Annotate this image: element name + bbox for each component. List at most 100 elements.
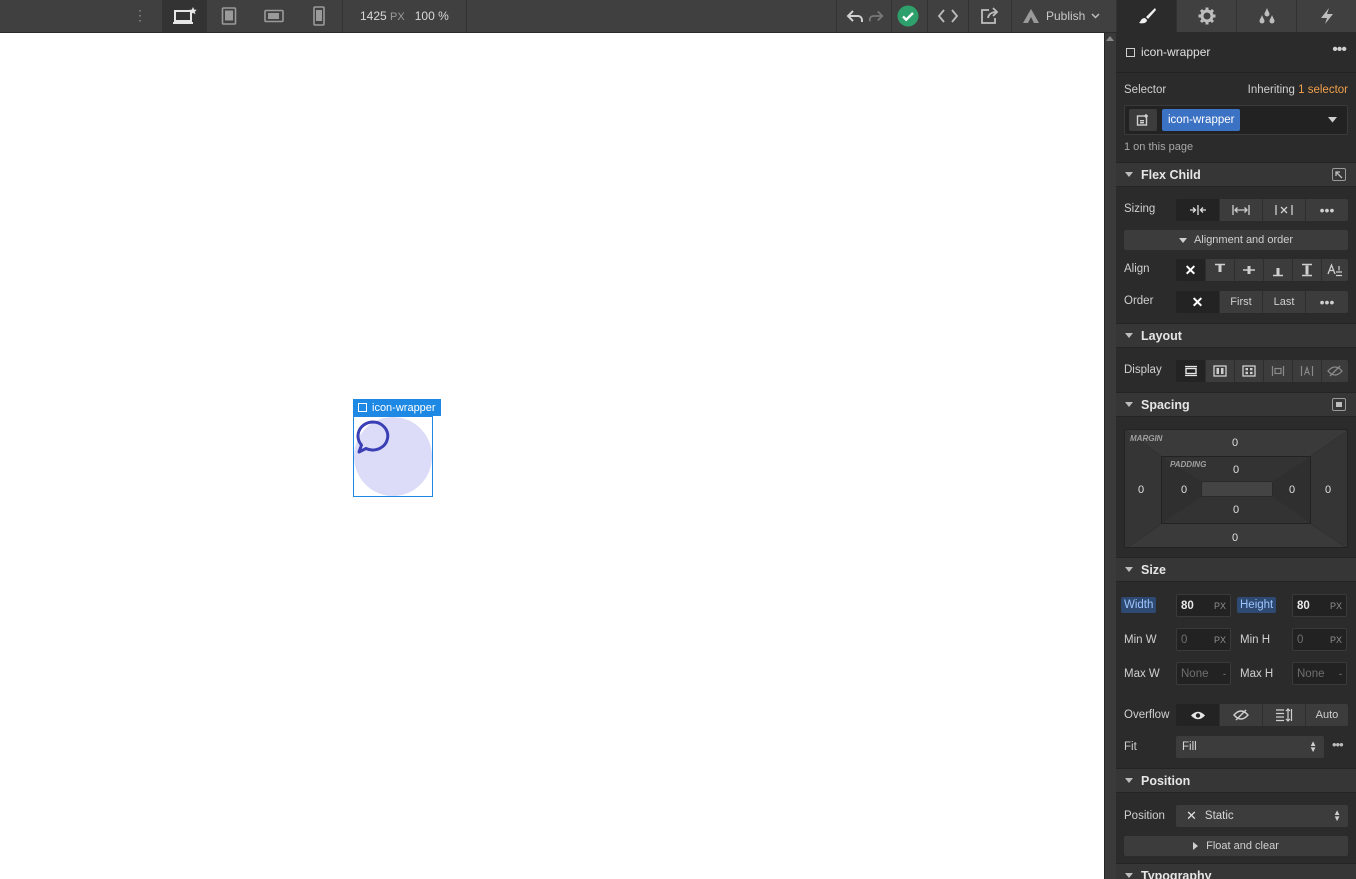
align-start-button[interactable] [1205, 259, 1234, 281]
spacing-expand-icon[interactable] [1332, 398, 1346, 411]
section-layout[interactable]: Layout [1116, 323, 1356, 348]
section-position[interactable]: Position [1116, 768, 1356, 793]
display-inline-button[interactable] [1292, 360, 1321, 382]
canvas-size-readout[interactable]: 1425 PX 100 % [360, 9, 449, 23]
position-select[interactable]: ✕ Static ▲ ▼ [1176, 805, 1348, 827]
sizing-none-button[interactable] [1262, 199, 1305, 221]
min-width-unit[interactable]: PX [1214, 635, 1226, 645]
icon-wrapper-element[interactable] [353, 416, 433, 497]
section-size[interactable]: Size [1116, 557, 1356, 582]
sizing-label: Sizing [1124, 203, 1156, 215]
height-label[interactable]: Height [1237, 597, 1277, 613]
inheriting-prefix: Inheriting [1247, 84, 1295, 96]
float-clear-button[interactable]: Float and clear [1124, 836, 1348, 856]
width-label[interactable]: Width [1121, 597, 1157, 613]
min-height-unit[interactable]: PX [1330, 635, 1342, 645]
padding-top-value[interactable]: 0 [1233, 464, 1239, 476]
align-stretch-button[interactable] [1292, 259, 1321, 281]
overflow-hidden-button[interactable] [1219, 704, 1262, 726]
publish-button[interactable]: Publish [1014, 0, 1114, 32]
align-stretch-icon [1302, 263, 1312, 277]
max-width-input[interactable]: None - [1176, 662, 1231, 685]
padding-right-value[interactable]: 0 [1289, 484, 1295, 496]
tab-style-manager[interactable] [1236, 0, 1296, 32]
margin-left-value[interactable]: 0 [1138, 484, 1144, 496]
device-mobile-portrait-button[interactable] [297, 0, 341, 32]
section-spacing[interactable]: Spacing [1116, 392, 1356, 417]
max-width-label: Max W [1124, 668, 1160, 680]
order-first-button[interactable]: First [1219, 291, 1262, 313]
design-canvas[interactable] [0, 33, 1104, 879]
fit-select[interactable]: Fill ▲ ▼ [1176, 736, 1324, 758]
overflow-visible-button[interactable] [1176, 704, 1219, 726]
device-tablet-button[interactable] [207, 0, 251, 32]
fit-more-icon[interactable]: ••• [1332, 737, 1344, 752]
selector-count: 1 on this page [1124, 141, 1194, 153]
display-inline-block-button[interactable] [1263, 360, 1292, 382]
min-width-input[interactable]: 0 PX [1176, 628, 1231, 651]
code-export-button[interactable] [928, 0, 968, 32]
display-flex-button[interactable] [1205, 360, 1234, 382]
overflow-button-group: Auto [1176, 704, 1348, 726]
inheriting-selector-link[interactable]: 1 selector [1298, 84, 1348, 96]
sizing-grow-button[interactable] [1219, 199, 1262, 221]
order-last-button[interactable]: Last [1262, 291, 1305, 313]
max-width-unit[interactable]: - [1223, 669, 1226, 679]
min-height-input[interactable]: 0 PX [1292, 628, 1347, 651]
selected-element-label: icon-wrapper [372, 401, 436, 414]
position-label: Position [1124, 810, 1165, 822]
expand-arrow-icon[interactable] [1332, 168, 1346, 181]
sizing-more-button[interactable]: ••• [1305, 199, 1348, 221]
share-button[interactable] [969, 0, 1011, 32]
align-none-button[interactable]: ✕ [1176, 259, 1205, 281]
tab-interactions[interactable] [1296, 0, 1356, 32]
section-flex-child[interactable]: Flex Child [1116, 162, 1356, 187]
divider [1116, 72, 1356, 73]
height-input[interactable]: 80 PX [1292, 594, 1347, 617]
max-height-input[interactable]: None - [1292, 662, 1347, 685]
more-vertical-icon[interactable]: ⋮ [131, 8, 149, 24]
tab-settings[interactable] [1176, 0, 1236, 32]
save-status[interactable] [892, 0, 924, 32]
inline-block-icon [1271, 366, 1285, 376]
selector-type-button[interactable] [1129, 109, 1157, 131]
margin-right-value[interactable]: 0 [1325, 484, 1331, 496]
section-typography[interactable]: Typography [1116, 863, 1356, 879]
margin-bottom-value[interactable]: 0 [1232, 532, 1238, 544]
canvas-scrollbar[interactable] [1104, 33, 1116, 879]
sizing-shrink-button[interactable] [1176, 199, 1219, 221]
width-unit[interactable]: PX [1214, 601, 1226, 611]
scroll-up-arrow-icon[interactable] [1106, 36, 1114, 41]
select-arrows-icon: ▲ ▼ [1333, 808, 1341, 823]
selector-field[interactable]: icon-wrapper [1124, 105, 1348, 135]
height-unit[interactable]: PX [1330, 601, 1342, 611]
display-grid-button[interactable] [1234, 360, 1263, 382]
display-block-button[interactable] [1176, 360, 1205, 382]
margin-top-value[interactable]: 0 [1232, 437, 1238, 449]
chevron-down-icon[interactable] [1328, 117, 1337, 123]
more-options-icon[interactable]: ••• [1332, 41, 1347, 59]
order-more-button[interactable]: ••• [1305, 291, 1348, 313]
align-baseline-button[interactable] [1321, 259, 1348, 281]
padding-bottom-value[interactable]: 0 [1233, 504, 1239, 516]
tab-style[interactable] [1116, 0, 1176, 32]
order-none-button[interactable]: ✕ [1176, 291, 1219, 313]
alignment-order-button[interactable]: Alignment and order [1124, 230, 1348, 250]
device-desktop-button[interactable] [163, 0, 207, 32]
width-input[interactable]: 80 PX [1176, 594, 1231, 617]
collapse-icon [1125, 873, 1133, 878]
display-none-button[interactable] [1321, 360, 1348, 382]
max-height-unit[interactable]: - [1339, 669, 1342, 679]
align-end-button[interactable] [1263, 259, 1292, 281]
redo-icon[interactable] [868, 8, 884, 24]
padding-tag: PADDING [1170, 460, 1207, 469]
selector-chip[interactable]: icon-wrapper [1162, 109, 1241, 131]
padding-left-value[interactable]: 0 [1181, 484, 1187, 496]
overflow-auto-button[interactable]: Auto [1305, 704, 1348, 726]
selected-element-tag[interactable]: icon-wrapper [353, 399, 441, 416]
device-mobile-landscape-button[interactable] [252, 0, 296, 32]
align-center-button[interactable] [1234, 259, 1263, 281]
undo-icon[interactable] [846, 8, 864, 24]
class-selector-icon [1136, 114, 1148, 126]
overflow-scroll-button[interactable] [1262, 704, 1305, 726]
